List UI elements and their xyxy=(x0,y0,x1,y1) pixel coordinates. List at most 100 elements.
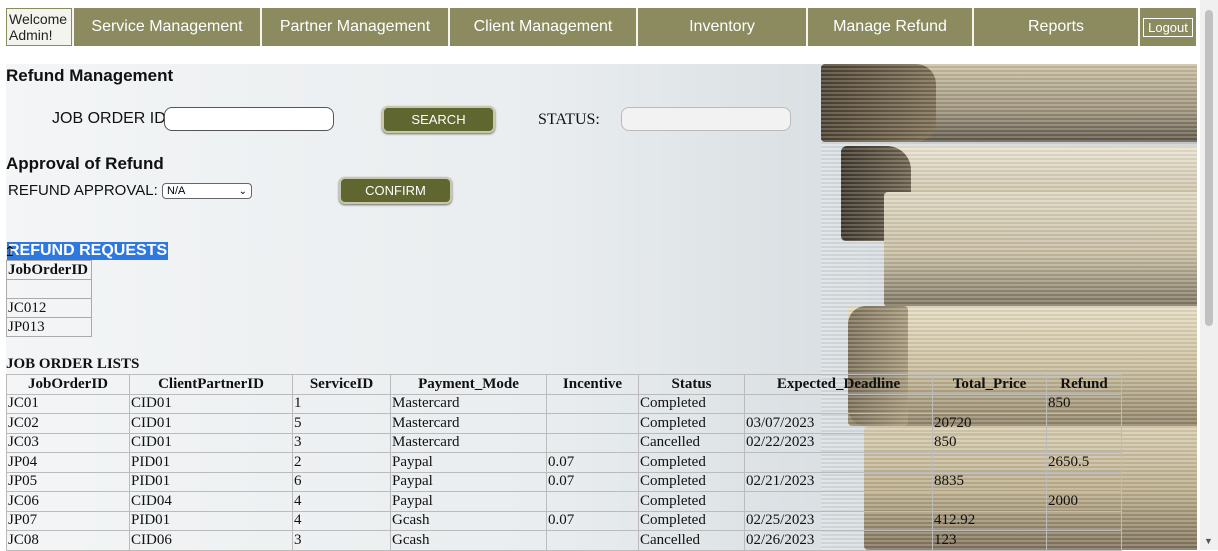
table-cell: 123 xyxy=(932,530,1047,551)
table-cell: JC03 xyxy=(6,432,130,453)
table-cell: Gcash xyxy=(390,530,547,551)
table-cell: 02/21/2023 xyxy=(744,471,933,492)
table-cell: JC01 xyxy=(6,393,130,414)
table-cell: CID01 xyxy=(129,413,293,434)
table-cell: Cancelled xyxy=(638,530,745,551)
table-cell: JC08 xyxy=(6,530,130,551)
table-cell: CID04 xyxy=(129,491,293,512)
column-header: ClientPartnerID xyxy=(129,374,293,395)
nav-inventory[interactable]: Inventory xyxy=(636,8,806,46)
table-cell xyxy=(546,393,639,414)
table-cell: PID01 xyxy=(129,510,293,531)
table-cell: Gcash xyxy=(390,510,547,531)
status-field[interactable] xyxy=(621,107,791,131)
table-header-row: JobOrderID ClientPartnerID ServiceID Pay… xyxy=(6,374,1122,395)
table-cell: JP013 xyxy=(6,317,92,337)
table-cell: 02/26/2023 xyxy=(744,530,933,551)
table-cell: JC012 xyxy=(6,298,92,318)
table-cell: Mastercard xyxy=(390,393,547,414)
page-scrollbar[interactable]: ▼ xyxy=(1200,0,1218,550)
table-cell: 3 xyxy=(292,432,391,453)
nav-client-management[interactable]: Client Management xyxy=(448,8,636,46)
refund-requests-title: REFUND REQUESTS xyxy=(7,242,169,260)
mouse-cursor-icon: ↥ xyxy=(4,243,16,259)
table-row xyxy=(6,279,92,299)
table-cell: 2650.5 xyxy=(1046,452,1122,473)
table-cell xyxy=(932,491,1047,512)
table-cell: 8835 xyxy=(932,471,1047,492)
table-cell: PID01 xyxy=(129,452,293,473)
table-cell xyxy=(1046,413,1122,434)
scroll-down-arrow-icon[interactable]: ▼ xyxy=(1204,536,1213,546)
table-cell: 3 xyxy=(292,530,391,551)
column-header: Payment_Mode xyxy=(390,374,547,395)
table-cell: JC06 xyxy=(6,491,130,512)
job-order-id-label: JOB ORDER ID: xyxy=(52,110,171,127)
table-cell xyxy=(1046,510,1122,531)
table-cell: Mastercard xyxy=(390,413,547,434)
table-cell: Completed xyxy=(638,452,745,473)
table-cell xyxy=(546,491,639,512)
table-cell xyxy=(546,432,639,453)
table-cell: Paypal xyxy=(390,471,547,492)
confirm-button[interactable]: CONFIRM xyxy=(339,177,452,204)
job-order-id-input[interactable] xyxy=(164,107,334,131)
top-nav: Welcome Admin! Service Management Partne… xyxy=(6,8,1196,46)
table-cell: JP07 xyxy=(6,510,130,531)
table-row: JC08 CID06 3 Gcash Cancelled 02/26/2023 123 xyxy=(6,530,1122,551)
table-cell: Paypal xyxy=(390,452,547,473)
refund-requests-header: JobOrderID xyxy=(6,260,92,280)
table-cell: CID06 xyxy=(129,530,293,551)
refund-approval-select[interactable]: N/A ⌄ xyxy=(162,183,252,199)
welcome-text: Welcome Admin! xyxy=(6,8,72,46)
logout-container: Logout xyxy=(1138,8,1196,46)
table-cell: Paypal xyxy=(390,491,547,512)
column-header: Status xyxy=(638,374,745,395)
search-button[interactable]: SEARCH xyxy=(382,106,495,133)
table-cell: 4 xyxy=(292,491,391,512)
job-order-lists-title: JOB ORDER LISTS xyxy=(6,356,140,372)
table-cell xyxy=(932,452,1047,473)
table-row: JP05 PID01 6 Paypal 0.07 Completed 02/21/2023 8… xyxy=(6,471,1122,492)
table-cell: 20720 xyxy=(932,413,1047,434)
table-cell xyxy=(744,393,933,414)
nav-manage-refund[interactable]: Manage Refund xyxy=(806,8,972,46)
table-cell: 850 xyxy=(932,432,1047,453)
table-cell xyxy=(1046,432,1122,453)
status-label: STATUS: xyxy=(538,111,600,128)
column-header: ServiceID xyxy=(292,374,391,395)
table-cell: 03/07/2023 xyxy=(744,413,933,434)
scrollbar-thumb[interactable] xyxy=(1205,10,1213,326)
table-cell xyxy=(744,452,933,473)
table-cell: 850 xyxy=(1046,393,1122,414)
refund-approval-label: REFUND APPROVAL: xyxy=(8,182,158,199)
table-cell: 412.92 xyxy=(932,510,1047,531)
column-header: JobOrderID xyxy=(6,374,130,395)
table-cell xyxy=(1046,530,1122,551)
table-cell: 5 xyxy=(292,413,391,434)
table-row: JP013 xyxy=(6,317,92,337)
table-row: JC01 CID01 1 Mastercard Completed 850 xyxy=(6,393,1122,414)
nav-reports[interactable]: Reports xyxy=(972,8,1138,46)
nav-service-management[interactable]: Service Management xyxy=(72,8,260,46)
table-row: JC03 CID01 3 Mastercard Cancelled 02/22/2023 8… xyxy=(6,432,1122,453)
refund-requests-table: JobOrderID JC012 JP013 xyxy=(6,260,92,337)
table-cell: Completed xyxy=(638,413,745,434)
nav-partner-management[interactable]: Partner Management xyxy=(260,8,448,46)
table-cell: JP05 xyxy=(6,471,130,492)
table-cell xyxy=(6,279,92,299)
table-cell: 4 xyxy=(292,510,391,531)
table-cell: Completed xyxy=(638,393,745,414)
chevron-down-icon: ⌄ xyxy=(238,185,247,197)
table-cell: 6 xyxy=(292,471,391,492)
refund-management-title: Refund Management xyxy=(6,66,174,85)
table-cell: CID01 xyxy=(129,432,293,453)
logout-button[interactable]: Logout xyxy=(1143,17,1193,37)
refund-approval-selected: N/A xyxy=(167,185,186,197)
column-header: Expected_Deadline xyxy=(744,374,933,395)
column-header: Refund xyxy=(1046,374,1122,395)
table-cell: JP04 xyxy=(6,452,130,473)
table-cell: 2000 xyxy=(1046,491,1122,512)
job-order-lists-table: JobOrderID ClientPartnerID ServiceID Pay… xyxy=(6,374,1122,551)
table-cell xyxy=(1046,471,1122,492)
